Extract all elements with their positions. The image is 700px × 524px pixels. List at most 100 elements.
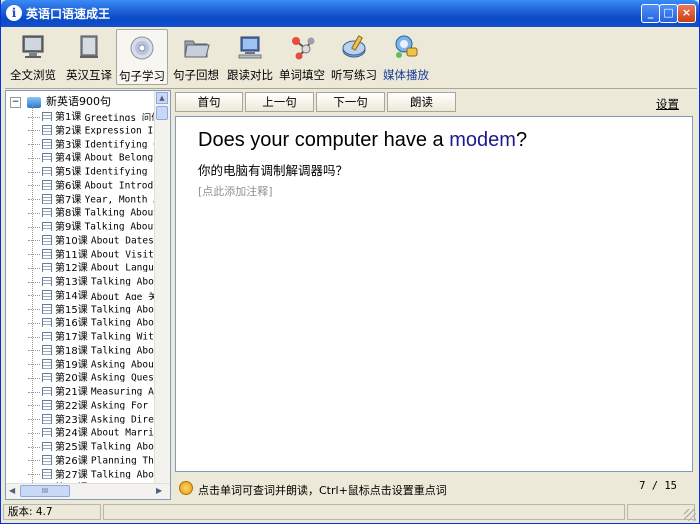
lesson-number: 第16课 — [55, 318, 88, 328]
scroll-thumb[interactable] — [156, 106, 168, 120]
toolbar-dictation-button[interactable]: 听写练习 — [327, 29, 381, 85]
lesson-title: Asking About — [90, 359, 158, 369]
tree-item[interactable]: 第25课 Talking Abou — [28, 438, 158, 451]
toolbar-sentence-recall-button[interactable]: 句子回想 — [170, 29, 222, 85]
add-annotation-link[interactable]: [点此添加注释] — [198, 183, 273, 199]
tree-item[interactable]: 第4课 About Belongi — [28, 149, 158, 163]
tree-connector — [28, 405, 40, 407]
tree-item[interactable]: 第2课 Expression In — [28, 122, 158, 135]
lesson-tree[interactable]: − 新英语900句 第1课 Greetings 问候 第2课 Expression… — [5, 90, 171, 500]
tree-connector — [28, 460, 40, 462]
tree-item[interactable]: 第18课 Talking Abou — [28, 342, 158, 355]
maximize-button[interactable]: □ — [659, 4, 678, 23]
toolbar-label: 句子学习 — [119, 69, 165, 83]
tree-item[interactable]: 第20课 Asking Quest — [28, 369, 158, 383]
lesson-number: 第26课 — [55, 455, 88, 465]
document-icon — [42, 125, 52, 135]
tree-connector — [28, 226, 40, 228]
toolbar-label: 英汉互译 — [66, 68, 112, 82]
tree-item[interactable]: 第19课 Asking About — [28, 356, 158, 369]
tree-item[interactable]: 第7课 Year, Month A — [28, 191, 158, 204]
lesson-number: 第9课 — [55, 222, 82, 231]
toolbar-media-play-button[interactable]: 媒体播放 — [379, 29, 433, 85]
sentence-text[interactable]: Does your computer have a — [198, 129, 449, 151]
tree-item[interactable]: 第27课 Talking Abou — [28, 466, 158, 479]
tree-item[interactable]: 第15课 Talking Abou — [28, 301, 158, 314]
title-bar[interactable]: i 英语口语速成王 _ □ × — [1, 0, 699, 27]
tree-item[interactable]: 第8课 Talking About — [28, 204, 158, 218]
tree-connector — [28, 350, 40, 352]
tree-connector — [28, 144, 40, 145]
sentence-area[interactable]: Does your computer have a modem? 你的电脑有调制… — [175, 116, 693, 472]
book-root-icon — [26, 96, 41, 108]
toolbar-word-fill-button[interactable]: 单词填空 — [275, 29, 329, 85]
next-sentence-button[interactable]: 下一句 — [316, 92, 385, 112]
status-panel — [103, 504, 625, 520]
tree-connector — [28, 185, 40, 187]
tree-item[interactable]: 第12课 About Langua — [28, 259, 158, 273]
lesson-title: Planning The — [90, 455, 158, 465]
lesson-number: 第11课 — [55, 249, 88, 259]
tree-item[interactable]: 第14课 About Age 关 — [28, 287, 158, 300]
close-button[interactable]: × — [677, 4, 696, 23]
window-title: 英语口语速成王 — [26, 7, 111, 21]
lesson-title: Identifying P — [84, 166, 158, 177]
toolbar-translate-button[interactable]: 英汉互译 — [63, 29, 115, 85]
lesson-title: Measuring An — [90, 386, 158, 397]
tree-item[interactable]: 第5课 Identifying P — [28, 163, 158, 176]
scroll-left-icon[interactable]: ◀ — [9, 486, 15, 495]
tree-item[interactable]: 第16课 Talking Abou — [28, 314, 158, 328]
toolbar-label: 单词填空 — [279, 68, 325, 82]
toolbar: 全文浏览 英汉互译 句子学习 句子回想 跟读对比 单词填空 听写练习 媒体播放 — [5, 29, 695, 87]
lesson-number: 第12课 — [55, 263, 88, 273]
first-sentence-button[interactable]: 首句 — [175, 92, 243, 112]
tree-item[interactable]: 第23课 Asking Direc — [28, 411, 158, 424]
tree-item[interactable]: 第10课 About Dates — [28, 232, 158, 245]
lesson-number: 第19课 — [55, 359, 88, 369]
resize-grip[interactable] — [684, 509, 696, 521]
english-sentence[interactable]: Does your computer have a modem? — [198, 129, 527, 152]
lesson-title: Year, Month A — [84, 194, 158, 204]
document-icon — [42, 152, 52, 163]
toolbar-sentence-study-button[interactable]: 句子学习 — [116, 29, 168, 85]
toolbar-shadow-reading-button[interactable]: 跟读对比 — [223, 29, 277, 85]
highlighted-word[interactable]: modem — [449, 129, 516, 151]
toolbar-full-text-button[interactable]: 全文浏览 — [7, 29, 59, 85]
tree-horizontal-scrollbar[interactable]: ◀ III ▶ — [6, 483, 170, 499]
tree-item[interactable]: 第21课 Measuring An — [28, 383, 158, 396]
tree-item[interactable]: 第3课 Identifying O — [28, 136, 158, 149]
tree-item[interactable]: 第13课 Talking Abou — [28, 273, 158, 286]
tree-root[interactable]: − 新英语900句 — [10, 93, 111, 108]
tree-connector — [28, 212, 40, 214]
document-icon — [42, 235, 52, 245]
tree-item[interactable]: 第6课 About Introdu — [28, 177, 158, 190]
version-label: 版本: 4.7 — [3, 504, 101, 520]
lesson-title: Talking About — [84, 221, 158, 232]
prev-sentence-button[interactable]: 上一句 — [245, 92, 314, 112]
tree-item[interactable]: 第11课 About Visits — [28, 246, 158, 259]
toolbar-divider — [5, 88, 697, 89]
tree-item[interactable]: 第26课 Planning The — [28, 452, 158, 465]
document-icon — [42, 194, 52, 204]
read-aloud-button[interactable]: 朗读 — [387, 92, 456, 112]
scroll-up-icon[interactable]: ▲ — [156, 92, 168, 104]
minimize-button[interactable]: _ — [641, 4, 660, 23]
tree-item[interactable]: 第22课 Asking For H — [28, 397, 158, 410]
scroll-right-icon[interactable]: ▶ — [156, 486, 162, 495]
tree-item[interactable]: 第24课 About Marria — [28, 424, 158, 438]
tree-connector — [28, 432, 40, 434]
tree-item[interactable]: 第17课 Talking With — [28, 328, 158, 341]
tree-connector — [28, 377, 40, 379]
horizontal-scroll-thumb[interactable]: III — [20, 485, 70, 497]
lesson-title: Talking Abou — [90, 304, 158, 314]
tree-item[interactable]: 第1课 Greetings 问候 — [28, 108, 158, 121]
lesson-number: 第8课 — [55, 208, 82, 218]
settings-link[interactable]: 设置 — [656, 96, 679, 112]
lesson-title: Asking Quest — [90, 372, 158, 383]
lesson-number: 第7课 — [55, 194, 82, 204]
tree-item[interactable]: 第9课 Talking About — [28, 218, 158, 231]
lesson-title: About Visits — [90, 249, 158, 259]
collapse-icon[interactable]: − — [10, 96, 21, 108]
tree-vertical-scrollbar[interactable]: ▲ — [154, 91, 170, 485]
tree-connector — [28, 116, 40, 118]
